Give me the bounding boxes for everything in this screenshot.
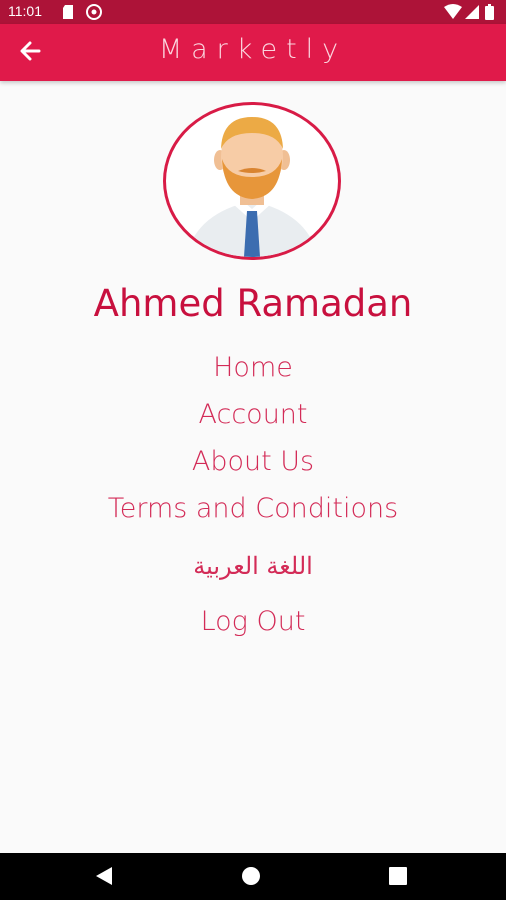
menu-item-about-us[interactable]: About Us (0, 446, 506, 477)
menu-item-terms[interactable]: Terms and Conditions (0, 493, 506, 524)
status-bar: 11:01 (0, 0, 506, 24)
user-avatar-icon (186, 117, 318, 257)
app-bar: Marketly (0, 24, 506, 81)
battery-icon (485, 4, 494, 23)
signal-icon (465, 4, 479, 23)
recents-square-icon[interactable] (388, 865, 408, 891)
sd-card-icon (62, 4, 76, 23)
avatar (163, 102, 341, 260)
menu-item-home[interactable]: Home (0, 352, 506, 383)
menu-item-logout[interactable]: Log Out (0, 606, 506, 637)
wifi-icon (444, 4, 462, 23)
user-name: Ahmed Ramadan (93, 282, 413, 325)
menu-item-account[interactable]: Account (0, 399, 506, 430)
system-nav-bar (0, 853, 506, 900)
back-triangle-icon[interactable] (94, 865, 114, 891)
app-title: Marketly (158, 34, 348, 65)
status-time: 11:01 (8, 3, 42, 19)
menu-item-arabic-language[interactable]: اللغة العربية (0, 552, 506, 580)
home-circle-icon[interactable] (240, 865, 262, 891)
cast-icon (86, 4, 102, 23)
